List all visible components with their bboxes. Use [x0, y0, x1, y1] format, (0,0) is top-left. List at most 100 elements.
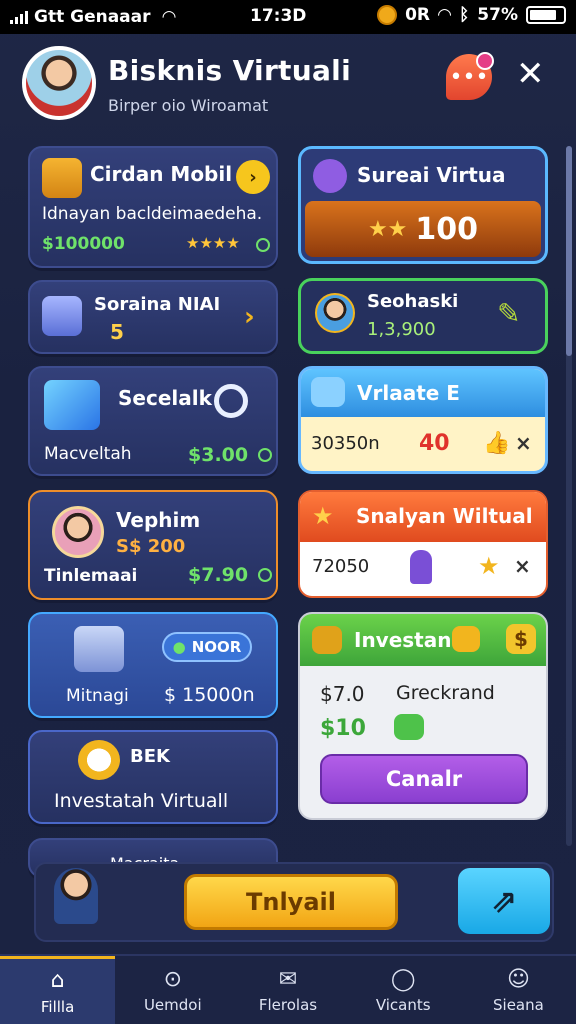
card-seohaski[interactable]: Seohaski 1,3,900 ✎ [298, 278, 548, 354]
card-label: 40 [419, 431, 450, 456]
coin-icon [258, 568, 272, 582]
card-title: Seohaski [367, 291, 459, 312]
ticket-icon [313, 159, 347, 193]
compass-icon: ⊙ [163, 966, 183, 992]
card-soraina[interactable]: Soraina NIAI 5 › [28, 280, 278, 354]
card-title: Secelalk [118, 386, 212, 410]
card-investatah[interactable]: BEK Investatah Virtuall [28, 730, 278, 824]
card-label: Mitnagi [66, 686, 129, 706]
chat-icon: ••• [449, 64, 489, 90]
avatar[interactable] [54, 868, 98, 924]
home-icon: ⌂ [50, 968, 65, 993]
card-desc: Greckrand [396, 682, 495, 704]
wifi-icon-right: ◠ [438, 5, 452, 25]
scrollbar-thumb[interactable] [566, 146, 572, 356]
card-secelalk[interactable]: Secelalk Macveltah $3.00 [28, 366, 278, 476]
share-icon: ⇗ [490, 882, 518, 920]
card-price-secondary: $10 [320, 716, 366, 741]
status-label: 0R [405, 5, 431, 25]
star-icon: ★ [312, 502, 334, 530]
card-value: 5 [110, 320, 124, 344]
page-subtitle: Birper oio Wiroamat [108, 96, 269, 115]
card-sub: S$ 200 [116, 536, 186, 557]
signal-icon [10, 10, 28, 24]
up-arrow-icon: ● [172, 638, 186, 656]
page-title: Bisknis Virtuali [108, 54, 351, 87]
primary-action-button[interactable]: Tnlyail [184, 874, 398, 930]
card-snalyan[interactable]: ★ Snalyan Wiltual 72050 ★ × [298, 490, 548, 598]
status-right: 0R ◠ ᛒ 57% [377, 5, 566, 25]
card-cirdan-mobil[interactable]: Cirdan Mobil › Idnayan bacldeimaedeha. $… [28, 146, 278, 268]
bottom-action-bar: Tnlyail ⇗ [34, 862, 554, 942]
tab-label: Flerolas [258, 996, 318, 1014]
card-price: $7.90 [188, 564, 249, 586]
close-icon: ✕ [516, 54, 545, 94]
box-icon [312, 626, 342, 654]
truck-icon [311, 377, 345, 407]
wifi-icon: ◠ [162, 7, 176, 27]
arrow-button[interactable]: › [236, 160, 270, 194]
rating-stars: ★★★★ [186, 234, 240, 252]
close-icon[interactable]: × [515, 431, 532, 455]
card-title: Cirdan Mobil [90, 162, 233, 186]
card-value: 30350n [311, 433, 380, 454]
magnifier-icon [214, 384, 248, 418]
header: Bisknis Virtuali Birper oio Wiroamat •••… [22, 44, 562, 124]
camera-icon [452, 626, 480, 652]
card-title: BEK [130, 746, 170, 767]
card-mitnagi[interactable]: ● NOOR Mitnagi $ 15000n [28, 612, 278, 718]
star-icon: ★ [478, 552, 500, 580]
card-sureai-virtua[interactable]: Sureai Virtua ★★ 100 [298, 146, 548, 264]
tab-mail[interactable]: ✉ Flerolas [230, 956, 345, 1024]
carrier: Gtt Genaaar ◠ [10, 7, 176, 27]
card-value: 1,3,900 [367, 319, 436, 340]
tab-explore[interactable]: ⊙ Uemdoi [115, 956, 230, 1024]
card-price: $100000 [42, 234, 125, 254]
mail-icon: ✉ [278, 966, 298, 992]
tab-bar: ⌂ Fillla ⊙ Uemdoi ✉ Flerolas ◯ Vicants ☺… [0, 954, 576, 1024]
badge-label: NOOR [191, 638, 242, 656]
avatar [315, 293, 355, 333]
chevron-right-icon[interactable]: › [244, 302, 255, 332]
card-title: Vephim [116, 508, 201, 532]
card-title: Investan [354, 628, 452, 652]
card-price: $ 15000n [164, 684, 255, 706]
card-desc: Idnayan bacldeimaedeha. [42, 204, 263, 224]
status-badge: ● NOOR [162, 632, 252, 662]
tab-profile[interactable]: ☺ Sieana [461, 956, 576, 1024]
battery-label: 57% [477, 5, 518, 25]
share-button[interactable]: ⇗ [458, 868, 550, 934]
card-title: Soraina NIAI [94, 294, 221, 315]
tab-label: Sieana [493, 996, 544, 1014]
coin-icon [258, 448, 272, 462]
coin-icon [377, 5, 398, 25]
avatar[interactable] [22, 46, 96, 120]
pen-icon [44, 380, 100, 430]
card-label: Investatah Virtuall [54, 790, 229, 812]
thumbs-up-icon[interactable]: 👍 [483, 431, 510, 456]
shield-icon [42, 296, 82, 336]
card-investan[interactable]: Investan $ $7.0 Greckrand $10 Canalr [298, 612, 548, 820]
coin-icon [256, 238, 270, 252]
card-title: Sureai Virtua [357, 163, 506, 187]
cancel-button[interactable]: Canalr [320, 754, 528, 804]
tab-home[interactable]: ⌂ Fillla [0, 956, 116, 1024]
battery-icon [526, 6, 566, 24]
close-button[interactable]: ✕ [516, 54, 545, 94]
card-value: 72050 [312, 556, 370, 577]
pin-icon [410, 550, 432, 584]
card-value: 100 [415, 211, 479, 247]
close-icon[interactable]: × [514, 554, 531, 578]
card-price: $3.00 [188, 444, 249, 466]
card-vrlaate[interactable]: Vrlaate E 30350n 40 👍 × [298, 366, 548, 474]
tab-chat[interactable]: ◯ Vicants [346, 956, 461, 1024]
tab-label: Fillla [40, 997, 75, 1016]
card-label: Tinlemaai [44, 566, 138, 586]
clock: 17:3D [250, 6, 307, 26]
bluetooth-icon: ᛒ [459, 5, 470, 25]
chat-button[interactable]: ••• [446, 52, 494, 100]
highlight-panel: ★★ 100 [305, 201, 541, 257]
card-vephim[interactable]: Vephim S$ 200 Tinlemaai $7.90 [28, 490, 278, 600]
profile-icon: ☺ [506, 966, 530, 992]
card-label: Macveltah [44, 444, 132, 464]
